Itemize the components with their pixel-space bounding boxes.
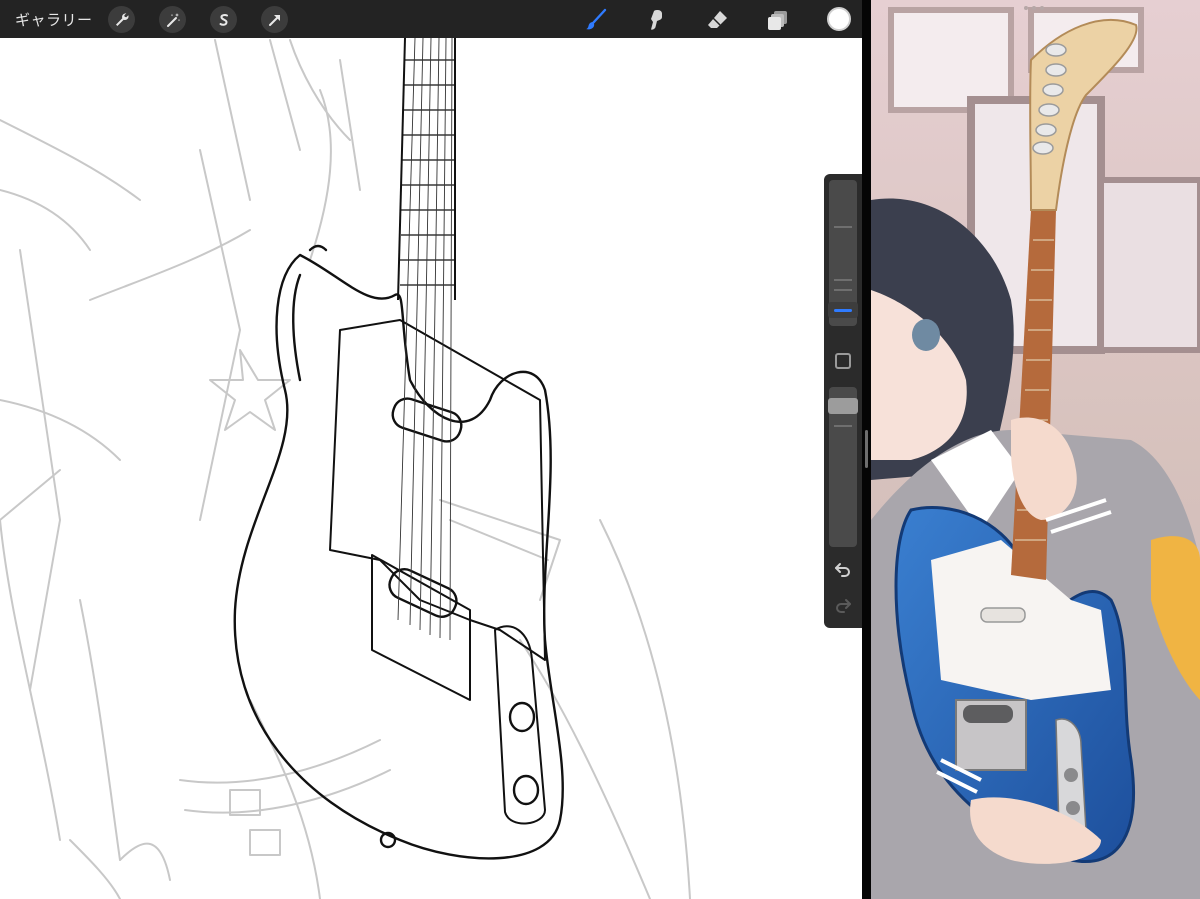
reference-image-pane <box>871 0 1200 899</box>
reference-illustration <box>871 0 1200 899</box>
selection-s-icon[interactable] <box>210 6 237 33</box>
modify-button[interactable] <box>835 353 851 369</box>
gallery-button[interactable]: ギャラリー <box>15 9 93 30</box>
opacity-handle[interactable] <box>828 398 858 414</box>
split-view-handle[interactable] <box>865 430 868 468</box>
transform-arrow-icon[interactable] <box>261 6 288 33</box>
color-picker-swatch[interactable] <box>827 7 851 31</box>
brush-size-handle[interactable] <box>828 302 858 318</box>
top-toolbar: ギャラリー <box>0 0 862 38</box>
wrench-icon[interactable] <box>108 6 135 33</box>
procreate-app: ギャラリー <box>0 0 862 899</box>
redo-icon[interactable] <box>832 594 854 616</box>
split-view-divider <box>862 0 871 899</box>
smudge-icon[interactable] <box>642 6 670 34</box>
layers-icon[interactable] <box>764 6 792 34</box>
eraser-icon[interactable] <box>703 6 731 34</box>
brush-sidebar <box>824 174 862 628</box>
brush-icon[interactable] <box>582 6 610 34</box>
reference-window-grabber[interactable] <box>1019 6 1049 12</box>
drawing-canvas[interactable] <box>0 38 862 899</box>
magic-wand-icon[interactable] <box>159 6 186 33</box>
lineart-drawing <box>0 38 691 899</box>
undo-icon[interactable] <box>832 558 854 580</box>
